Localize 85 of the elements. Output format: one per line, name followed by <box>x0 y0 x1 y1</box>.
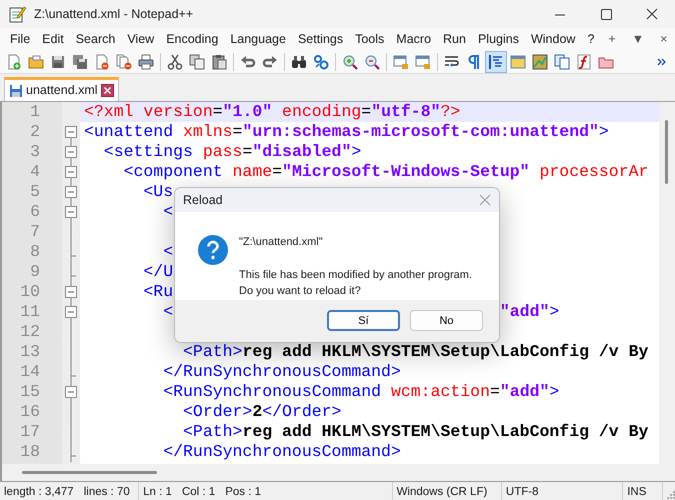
menu-item[interactable]: View <box>121 28 160 50</box>
dialog-message: Do you want to reload it? <box>239 284 362 300</box>
no-button[interactable]: No <box>410 310 483 332</box>
code-line: </RunSynchronousCommand> <box>162 362 401 381</box>
code-line: </U <box>142 262 174 281</box>
status-text: INS <box>627 485 646 500</box>
line-number: 6 <box>29 202 41 222</box>
line-number: 8 <box>29 242 41 262</box>
line-number: 4 <box>29 162 41 182</box>
horizontal-scrollbar[interactable] <box>2 464 675 482</box>
status-text: lines : 70 <box>84 485 130 500</box>
menu-item[interactable]: Edit <box>36 28 70 50</box>
line-number: 7 <box>29 222 41 242</box>
menu-item[interactable]: Search <box>70 28 122 50</box>
menu-button[interactable]: ▼ <box>624 28 652 50</box>
code-line: < <box>162 242 174 261</box>
fold-toggle[interactable] <box>65 146 77 158</box>
menu-button[interactable]: × <box>652 28 675 50</box>
indent-guide-icon[interactable] <box>485 50 507 72</box>
fold-toggle[interactable] <box>65 166 77 178</box>
fold-toggle[interactable] <box>65 186 77 198</box>
code-line: <Order>2</Order> <box>182 402 342 421</box>
code-line: <settings pass="disabled"> <box>102 142 362 161</box>
menu-item[interactable]: Language <box>224 28 292 50</box>
status-text: UTF-8 <box>506 485 539 500</box>
menu-item[interactable]: Tools <box>349 28 390 50</box>
dialog-title: Reload <box>183 192 223 209</box>
code-line: <Us <box>142 182 174 201</box>
dialog-message: This file has been modified by another program. <box>239 268 472 283</box>
code-line: < <box>162 202 174 221</box>
code-line: <Path>reg add HKLM\SYSTEM\Setup\LabConfig /v By <box>182 342 648 361</box>
status-text: length : 3,477 <box>4 485 74 500</box>
line-number: 13 <box>19 342 41 362</box>
line-number: 2 <box>29 122 41 142</box>
file-name: "Z:\unattend.xml" <box>239 235 324 250</box>
fold-toggle[interactable] <box>65 306 77 318</box>
menu-item[interactable]: Settings <box>292 28 350 50</box>
fold-toggle[interactable] <box>65 386 77 398</box>
status-text: Col : 1 <box>182 485 216 500</box>
code-line: <unattend xmlns="urn:schemas-microsoft-com:unattend"> <box>84 122 609 141</box>
line-number: 17 <box>19 422 41 442</box>
code-line: </RunSynchronousCommand> <box>162 442 401 461</box>
line-number: 16 <box>19 402 41 422</box>
status-text: Ln : 1 <box>143 485 172 500</box>
menu-item[interactable]: Run <box>437 28 472 50</box>
menu-item[interactable]: Plugins <box>472 28 525 50</box>
menu-item[interactable]: Encoding <box>160 28 224 50</box>
code-line: <Ru <box>142 282 174 301</box>
yes-button[interactable]: Sí <box>327 310 400 332</box>
app-icon <box>8 5 26 23</box>
vertical-scrollbar[interactable] <box>659 102 675 464</box>
window-title: Z:\unattend.xml - Notepad++ <box>34 6 194 23</box>
menu-item[interactable]: Window <box>524 28 582 50</box>
line-number: 18 <box>19 442 41 462</box>
line-number: 14 <box>19 362 41 382</box>
code-line: <component name="Microsoft-Windows-Setup" processorAr <box>122 162 648 181</box>
code-line: < <box>162 302 174 321</box>
status-text: Windows (CR LF) <box>396 485 488 500</box>
fold-toggle[interactable] <box>65 126 77 138</box>
line-number: 12 <box>19 322 41 342</box>
code-line: <Path>reg add HKLM\SYSTEM\Setup\LabConfig /v By <box>182 422 648 441</box>
menu-button[interactable]: + <box>600 28 624 50</box>
code-line: "add"> <box>500 302 560 321</box>
code-line: <RunSynchronousCommand wcm:action="add"> <box>162 382 560 401</box>
fold-toggle[interactable] <box>65 206 77 218</box>
question-icon <box>197 234 229 266</box>
menu-item[interactable]: File <box>4 28 36 50</box>
line-number: 9 <box>29 262 41 282</box>
file-tab[interactable]: unattend.xml <box>4 77 119 101</box>
line-number: 5 <box>29 182 41 202</box>
close-icon[interactable] <box>100 84 114 97</box>
resize-grip-icon[interactable] <box>666 491 675 499</box>
chevron-icon[interactable] <box>657 56 667 66</box>
line-number: 1 <box>29 102 41 122</box>
save-icon <box>9 84 23 98</box>
menu-item[interactable]: ? <box>581 28 600 50</box>
line-number: 3 <box>29 142 41 162</box>
code-line: <?xml version="1.0" encoding="utf-8"?> <box>84 102 460 121</box>
fold-toggle[interactable] <box>65 286 77 298</box>
status-text: Pos : 1 <box>225 485 261 500</box>
menu-item[interactable]: Macro <box>390 28 438 50</box>
tab-label: unattend.xml <box>26 82 98 100</box>
line-number: 11 <box>19 302 41 322</box>
line-number: 10 <box>19 282 41 302</box>
line-number: 15 <box>19 382 41 402</box>
